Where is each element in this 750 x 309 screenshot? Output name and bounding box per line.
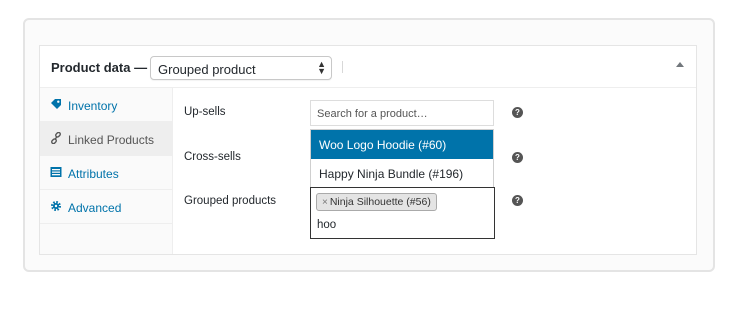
product-data-tabs: Inventory Linked Products Attributes Adv… <box>40 88 173 254</box>
panel-title: Product data — <box>51 60 148 75</box>
product-type-value: Grouped product <box>158 62 256 77</box>
help-icon[interactable]: ? <box>512 107 523 118</box>
panel-header: Product data — Grouped product ▲ ▼ <box>40 46 696 88</box>
linked-products-content: Up-sells Search for a product… ? Cross-s… <box>173 88 696 254</box>
dropdown-option[interactable]: Woo Logo Hoodie (#60) <box>311 130 493 159</box>
tab-label: Linked Products <box>68 133 155 147</box>
grouped-products-input[interactable]: × Ninja Silhouette (#56) hoo <box>310 187 495 239</box>
crosssells-label: Cross-sells <box>184 151 241 163</box>
product-data-panel: Product data — Grouped product ▲ ▼ Invent… <box>39 45 697 255</box>
dropdown-option[interactable]: Happy Ninja Bundle (#196) <box>311 159 493 188</box>
tab-label: Inventory <box>68 99 118 113</box>
header-divider <box>342 61 343 73</box>
selected-product-token: × Ninja Silhouette (#56) <box>316 193 437 211</box>
gear-icon <box>51 201 61 211</box>
select-arrows-icon: ▲ ▼ <box>317 59 326 76</box>
help-icon[interactable]: ? <box>512 195 523 206</box>
upsells-placeholder: Search for a product… <box>317 108 428 120</box>
search-text: hoo <box>317 219 337 231</box>
remove-token-icon[interactable]: × <box>322 197 328 208</box>
product-type-select[interactable]: Grouped product ▲ ▼ <box>150 56 332 80</box>
collapse-toggle-icon[interactable] <box>676 62 684 67</box>
upsells-search-input[interactable]: Search for a product… <box>310 100 494 126</box>
tab-inventory[interactable]: Inventory <box>40 88 172 122</box>
tab-label: Attributes <box>68 167 119 181</box>
product-search-dropdown: Woo Logo Hoodie (#60) Happy Ninja Bundle… <box>310 129 494 187</box>
attributes-icon <box>50 167 62 177</box>
grouped-products-label: Grouped products <box>184 195 277 207</box>
tab-advanced[interactable]: Advanced <box>40 190 172 224</box>
tab-linked-products[interactable]: Linked Products <box>40 122 172 156</box>
tab-label: Advanced <box>68 201 122 215</box>
help-icon[interactable]: ? <box>512 152 523 163</box>
tab-attributes[interactable]: Attributes <box>40 156 172 190</box>
token-label: Ninja Silhouette (#56) <box>329 196 431 208</box>
upsells-label: Up-sells <box>184 106 226 118</box>
link-icon <box>51 132 61 144</box>
inventory-icon <box>51 99 61 109</box>
